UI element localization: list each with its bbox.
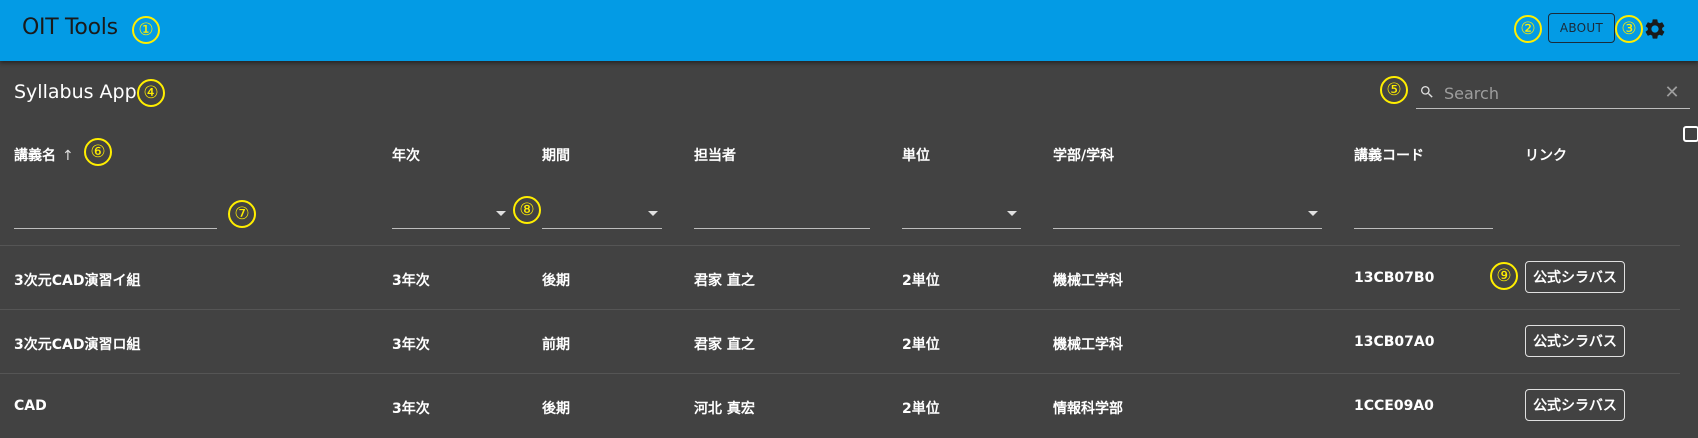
cell-credits: 2単位 xyxy=(902,337,940,353)
cell-lecture-name: 3次元CAD演習ロ組 xyxy=(14,337,141,353)
table-row: 3次元CAD演習イ組 3年次 後期 君家 直之 2単位 機械工学科 13CB07… xyxy=(0,245,1680,309)
annotation-marker-1: ① xyxy=(132,16,160,44)
cell-lecture-code: 13CB07B0 xyxy=(1354,270,1435,286)
official-syllabus-button[interactable]: 公式シラバス xyxy=(1525,261,1625,293)
chevron-down-icon xyxy=(1308,211,1318,216)
filter-teacher-input[interactable] xyxy=(694,196,870,229)
header-department[interactable]: 学部/学科 xyxy=(1053,145,1114,165)
cell-lecture-name: CAD xyxy=(14,398,47,414)
chevron-down-icon xyxy=(496,211,506,216)
cell-lecture-code: 1CCE09A0 xyxy=(1354,398,1434,414)
annotation-marker-9: ⑨ xyxy=(1490,262,1518,290)
filter-department-select[interactable] xyxy=(1053,196,1322,229)
filter-term-select[interactable] xyxy=(542,196,662,229)
header-teacher[interactable]: 担当者 xyxy=(694,145,736,165)
filter-credits-select[interactable] xyxy=(902,196,1021,229)
sort-arrow-up-icon[interactable]: ↑ xyxy=(62,148,74,164)
cell-lecture-code: 13CB07A0 xyxy=(1354,334,1435,350)
annotation-marker-7: ⑦ xyxy=(228,200,256,228)
official-syllabus-button[interactable]: 公式シラバス xyxy=(1525,389,1625,421)
header-lecture-name[interactable]: 講義名 ↑ xyxy=(14,145,74,165)
filter-lecture-code-input[interactable] xyxy=(1354,196,1493,229)
app-title: OIT Tools xyxy=(22,15,118,40)
official-syllabus-button[interactable]: 公式シラバス xyxy=(1525,325,1625,357)
about-button[interactable]: ABOUT xyxy=(1548,13,1615,43)
chevron-down-icon xyxy=(648,211,658,216)
annotation-marker-2: ② xyxy=(1514,15,1542,43)
cell-year: 3年次 xyxy=(392,401,430,417)
annotation-marker-8: ⑧ xyxy=(513,196,541,224)
cell-credits: 2単位 xyxy=(902,401,940,417)
search-input[interactable] xyxy=(1444,81,1654,105)
cell-teacher: 河北 真宏 xyxy=(694,401,755,417)
annotation-marker-3: ③ xyxy=(1615,15,1643,43)
header-term[interactable]: 期間 xyxy=(542,145,570,165)
cell-year: 3年次 xyxy=(392,273,430,289)
table-row: 3次元CAD演習ロ組 3年次 前期 君家 直之 2単位 機械工学科 13CB07… xyxy=(0,309,1680,373)
cell-teacher: 君家 直之 xyxy=(694,337,755,353)
header-credits[interactable]: 単位 xyxy=(902,145,930,165)
cell-term: 後期 xyxy=(542,273,570,289)
cell-term: 前期 xyxy=(542,337,570,353)
app-bar: OIT Tools ABOUT xyxy=(0,0,1698,61)
table-row: CAD 3年次 後期 河北 真宏 2単位 情報科学部 1CCE09A0 公式シラ… xyxy=(0,373,1680,437)
cell-lecture-name: 3次元CAD演習イ組 xyxy=(14,273,141,289)
search-icon xyxy=(1421,86,1433,98)
search-field[interactable]: ✕ xyxy=(1416,77,1690,109)
cell-teacher: 君家 直之 xyxy=(694,273,755,289)
cell-department: 機械工学科 xyxy=(1053,337,1123,353)
gear-icon[interactable] xyxy=(1643,17,1667,41)
header-lecture-code[interactable]: 講義コード xyxy=(1354,145,1424,165)
annotation-marker-6: ⑥ xyxy=(84,138,112,166)
column-toggle-checkbox[interactable] xyxy=(1683,126,1698,142)
header-link: リンク xyxy=(1525,148,1567,164)
cell-year: 3年次 xyxy=(392,337,430,353)
cell-department: 機械工学科 xyxy=(1053,273,1123,289)
filter-year-select[interactable] xyxy=(392,196,510,229)
cell-term: 後期 xyxy=(542,401,570,417)
page-title: Syllabus App xyxy=(14,81,137,103)
annotation-marker-5: ⑤ xyxy=(1380,76,1408,104)
chevron-down-icon xyxy=(1007,211,1017,216)
close-icon[interactable]: ✕ xyxy=(1662,83,1682,103)
cell-department: 情報科学部 xyxy=(1053,401,1123,417)
header-year[interactable]: 年次 xyxy=(392,145,420,165)
header-lecture-name-label: 講義名 xyxy=(14,148,56,164)
annotation-marker-4: ④ xyxy=(137,79,165,107)
cell-credits: 2単位 xyxy=(902,273,940,289)
filter-lecture-name-input[interactable] xyxy=(14,196,217,229)
